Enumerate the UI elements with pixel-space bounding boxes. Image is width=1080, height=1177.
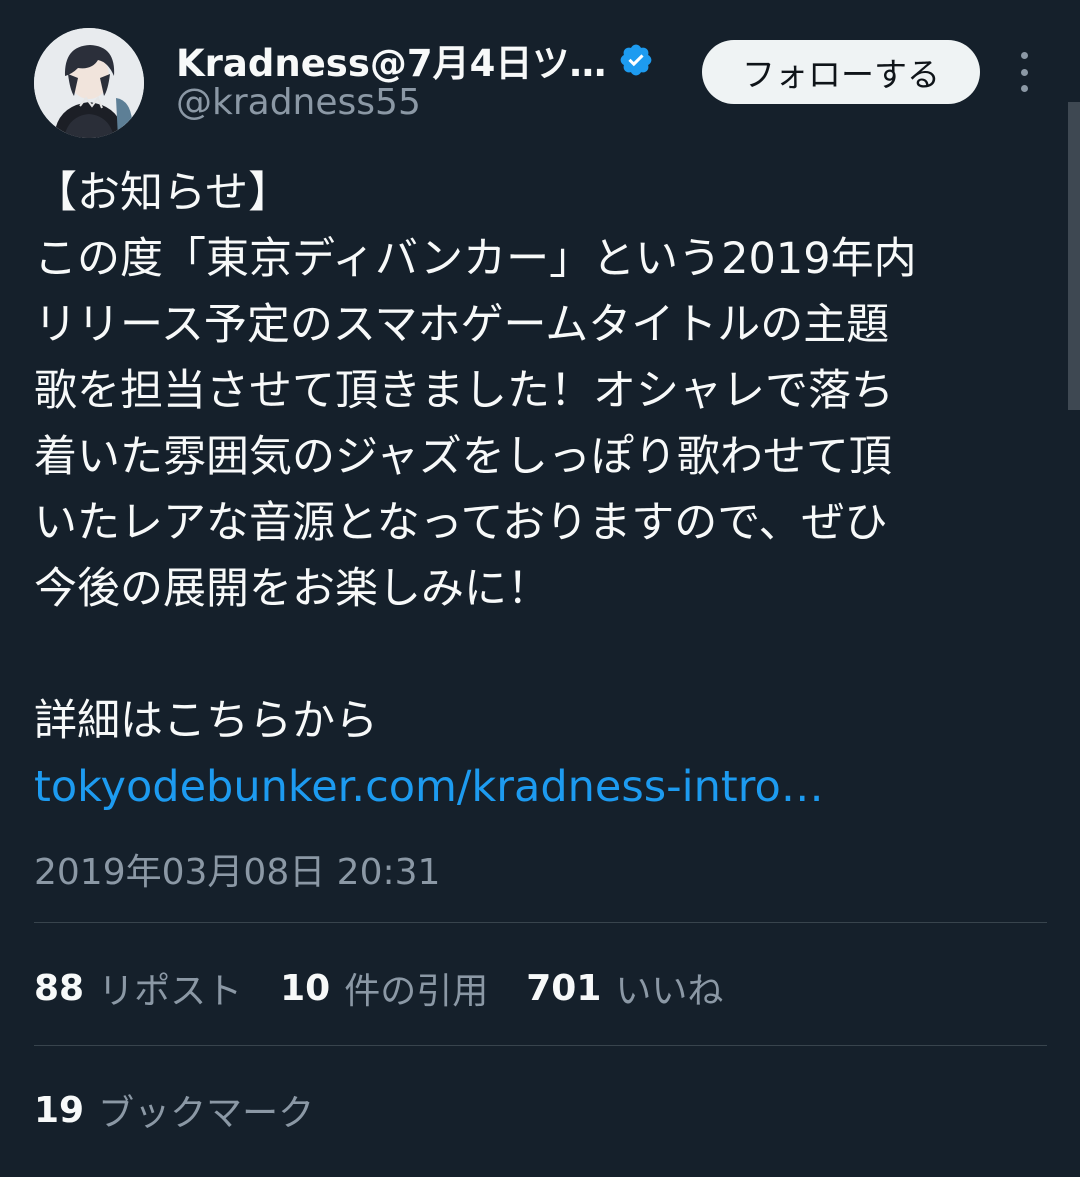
author-handle[interactable]: @kradness55 xyxy=(176,82,421,123)
quotes-count: 10 xyxy=(280,967,331,1009)
reposts-count: 88 xyxy=(34,967,85,1009)
tweet-line: いたレアな音源となっておりますので、ぜひ xyxy=(34,498,888,548)
more-options-icon[interactable] xyxy=(1006,52,1042,92)
author-name-text: Kradness@7月4日ツ… xyxy=(176,42,607,85)
divider xyxy=(34,922,1047,923)
bookmarks-label: ブックマーク xyxy=(98,1093,315,1134)
divider xyxy=(34,1045,1047,1046)
tweet-line: 今後の展開をお楽しみに！ xyxy=(34,564,550,614)
reposts-label: リポスト xyxy=(98,971,243,1012)
tweet-link[interactable]: tokyodebunker.com/kradness-intro… xyxy=(34,762,824,812)
engagement-stats: 88 リポスト 10 件の引用 701 いいね xyxy=(34,962,761,1014)
tweet-line: 詳細はこちらから xyxy=(34,696,378,746)
tweet-line: リリース予定のスマホゲームタイトルの主題 xyxy=(34,300,890,350)
bookmarks-stat[interactable]: 19 ブックマーク xyxy=(34,1084,314,1136)
user-avatar[interactable] xyxy=(34,28,144,138)
follow-button[interactable]: フォローする xyxy=(702,40,980,104)
tweet-line: この度「東京ディバンカー」という2019年内 xyxy=(34,234,917,284)
avatar-portrait-icon xyxy=(34,28,144,138)
verified-badge-icon xyxy=(620,44,652,76)
tweet-timestamp[interactable]: 2019年03月08日 20:31 xyxy=(34,843,440,895)
tweet-line: 【お知らせ】 xyxy=(34,168,292,218)
tweet-line: 歌を担当させて頂きました！オシャレで落ち xyxy=(34,366,894,416)
scrollbar[interactable] xyxy=(1068,102,1080,410)
reposts-stat[interactable]: 88 リポスト xyxy=(34,962,242,1014)
tweet-body: 【お知らせ】 この度「東京ディバンカー」という2019年内 リリース予定のスマホ… xyxy=(34,160,1044,820)
quotes-stat[interactable]: 10 件の引用 xyxy=(280,962,488,1014)
more-dot xyxy=(1020,68,1028,76)
likes-stat[interactable]: 701 いいね xyxy=(526,962,723,1014)
quotes-label: 件の引用 xyxy=(344,971,489,1012)
likes-label: いいね xyxy=(615,971,724,1012)
author-display-name[interactable]: Kradness@7月4日ツ… xyxy=(176,38,654,85)
more-dot xyxy=(1020,52,1028,59)
bookmarks-count: 19 xyxy=(34,1089,85,1131)
tweet-line: 着いた雰囲気のジャズをしっぽり歌わせて頂 xyxy=(34,432,892,482)
likes-count: 701 xyxy=(526,967,602,1009)
more-dot xyxy=(1020,85,1028,92)
